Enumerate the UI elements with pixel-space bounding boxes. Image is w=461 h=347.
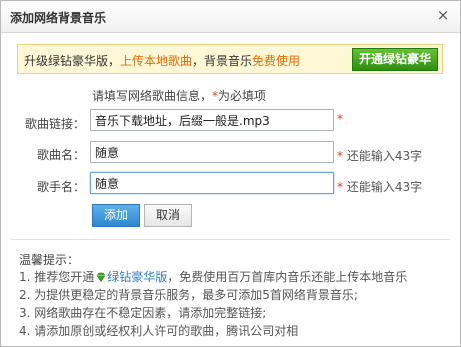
song-name-input[interactable] xyxy=(90,141,334,163)
song-link-label: 歌曲链接： xyxy=(24,117,85,131)
tip-line-3: 3. 网络歌曲存在不稳定因素，请添加完整链接; xyxy=(19,306,267,320)
green-diamond-icon xyxy=(96,272,106,282)
song-name-char-count: 还能输入43字 xyxy=(346,149,423,163)
open-green-diamond-button[interactable]: 开通绿钻豪华 xyxy=(352,48,438,71)
hint-prefix: 请填写网络歌曲信息， xyxy=(92,89,213,103)
tip-1-suffix: ，免费使用百万首库内音乐还能上传本地音乐 xyxy=(167,270,408,284)
song-link-input[interactable] xyxy=(90,109,334,131)
add-button[interactable]: 添加 xyxy=(92,204,140,227)
upgrade-promo-bar: 升级绿钻豪华版，上传本地歌曲，背景音乐免费使用 开通绿钻豪华 xyxy=(17,44,443,74)
promo-prefix: 升级绿钻豪华版， xyxy=(24,54,121,68)
form-hint: 请填写网络歌曲信息，*为必填项 xyxy=(92,87,266,104)
tips-title: 温馨提示： xyxy=(19,253,80,267)
tip-line-2: 2. 为提供更稳定的背景音乐服务，最多可添加5首网络背景音乐; xyxy=(19,288,358,302)
tip-line-4: 4. 请添加原创或经权利人许可的歌曲，腾讯公司对相 xyxy=(19,324,299,338)
close-icon[interactable]: × xyxy=(435,7,451,23)
green-diamond-link[interactable]: 绿钻豪华版 xyxy=(107,270,167,284)
singer-name-required-star: * xyxy=(337,180,343,194)
promo-text: 升级绿钻豪华版，上传本地歌曲，背景音乐免费使用 xyxy=(24,52,300,69)
dialog-titlebar: 添加网络背景音乐 × xyxy=(1,1,460,33)
song-name-required-star: * xyxy=(337,149,343,163)
singer-name-requirement: * 还能输入43字 xyxy=(337,178,422,195)
singer-name-char-count: 还能输入43字 xyxy=(346,180,423,194)
tip-line-1: 1. 推荐您开通 绿钻豪华版，免费使用百万首库内音乐还能上传本地音乐 xyxy=(19,268,407,285)
hint-suffix: 为必填项 xyxy=(218,89,267,103)
song-name-requirement: * 还能输入43字 xyxy=(337,147,422,164)
cancel-button[interactable]: 取消 xyxy=(144,204,192,227)
add-music-dialog: 添加网络背景音乐 × 升级绿钻豪华版，上传本地歌曲，背景音乐免费使用 开通绿钻豪… xyxy=(0,0,461,347)
promo-middle: ，背景音乐 xyxy=(192,54,253,68)
bottom-fade-overlay xyxy=(290,306,460,346)
promo-free-text: 免费使用 xyxy=(252,54,301,68)
promo-upload-text: 上传本地歌曲 xyxy=(120,54,193,68)
tip-1-prefix: 1. 推荐您开通 xyxy=(19,270,95,284)
song-link-required-star: * xyxy=(337,112,343,126)
singer-name-input[interactable] xyxy=(90,172,334,194)
song-name-label: 歌曲名： xyxy=(36,148,85,162)
tips-divider xyxy=(11,239,450,240)
singer-name-label: 歌手名： xyxy=(36,180,85,194)
dialog-title: 添加网络背景音乐 xyxy=(10,11,107,25)
